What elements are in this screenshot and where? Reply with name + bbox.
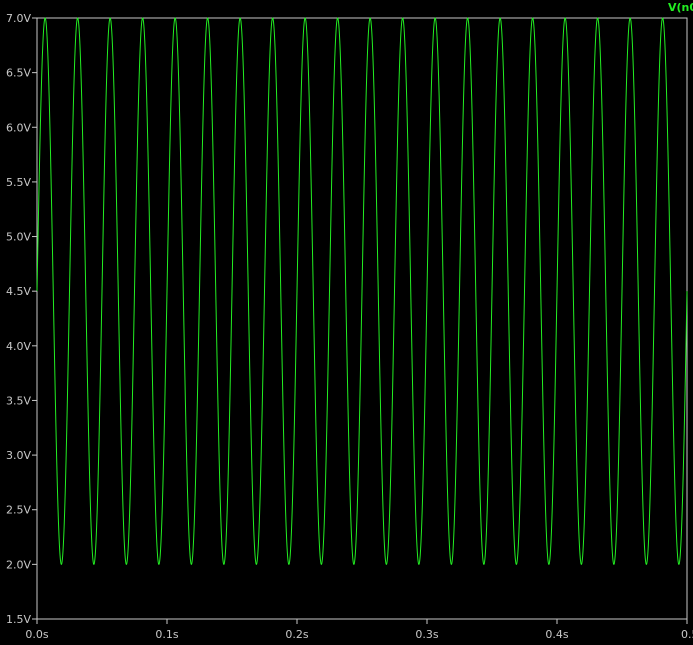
x-tick-label: 0.4s	[545, 628, 568, 641]
y-tick-label: 2.0V	[6, 558, 31, 571]
plot-border	[36, 17, 688, 620]
x-tick-label: 0.0s	[25, 628, 48, 641]
y-tick-label: 5.5V	[6, 176, 31, 189]
y-tick-label: 4.0V	[6, 340, 31, 353]
x-tick-label: 0.2s	[285, 628, 308, 641]
y-tick-label: 6.0V	[6, 121, 31, 134]
x-tick-label: 0.3s	[415, 628, 438, 641]
trace-label[interactable]: V(n0	[668, 1, 693, 14]
x-tick-label: 0.5	[681, 628, 693, 641]
trace-layer	[36, 17, 688, 565]
y-tick-label: 6.5V	[6, 67, 31, 80]
y-tick-label: 3.5V	[6, 394, 31, 407]
y-tick-label: 1.5V	[6, 613, 31, 626]
y-tick-label: 5.0V	[6, 231, 31, 244]
series-line	[36, 17, 688, 565]
x-tick-label: 0.1s	[155, 628, 178, 641]
x-axis-ticks: 0.0s 0.1s 0.2s 0.3s 0.4s 0.5	[25, 619, 693, 641]
y-tick-label: 2.5V	[6, 504, 31, 517]
y-tick-label: 3.0V	[6, 449, 31, 462]
y-tick-label: 7.0V	[6, 12, 31, 25]
waveform-plot: 7.0V 6.5V 6.0V 5.5V 5.0V 4.5V 4.0V 3.5V 3.0V 2.5V…	[6, 1, 693, 641]
y-tick-label: 4.5V	[6, 285, 31, 298]
plot-frame	[36, 17, 688, 620]
y-axis-ticks: 7.0V 6.5V 6.0V 5.5V 5.0V 4.5V 4.0V 3.5V 3.0V 2.5V…	[6, 12, 37, 626]
